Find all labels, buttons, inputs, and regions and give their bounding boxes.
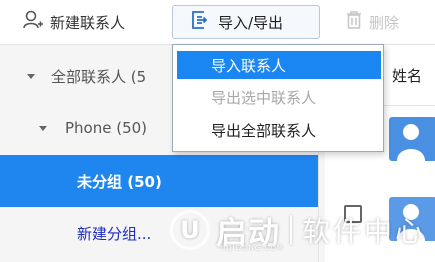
menu-item-label: 导入联系人	[211, 56, 287, 75]
sidebar-item-ungrouped[interactable]: 未分组 (50)	[0, 155, 318, 207]
menu-item-import-contacts[interactable]: 导入联系人	[177, 51, 381, 79]
menu-item-export-all[interactable]: 导出全部联系人	[177, 116, 381, 144]
import-export-button[interactable]: 导入/导出	[172, 5, 320, 39]
delete-button[interactable]: 删除	[345, 5, 399, 39]
import-export-label: 导入/导出	[218, 13, 284, 32]
import-export-menu: 导入联系人 导出选中联系人 导出全部联系人	[172, 44, 384, 152]
menu-item-export-selected: 导出选中联系人	[177, 83, 381, 111]
sidebar-item-label: 全部联系人 (5	[51, 67, 147, 86]
watermark-logo: U	[170, 210, 210, 250]
toolbar: 新建联系人 导入/导出 删除	[0, 0, 435, 45]
new-group-label: 新建分组...	[77, 224, 152, 243]
menu-item-label: 导出全部联系人	[211, 121, 317, 140]
new-contact-label: 新建联系人	[50, 13, 126, 32]
import-export-icon	[190, 9, 210, 35]
trash-icon	[345, 10, 363, 34]
avatar[interactable]	[389, 117, 435, 161]
add-user-icon	[22, 9, 44, 35]
sidebar-item-label: Phone (50)	[65, 119, 148, 137]
triangle-down-icon[interactable]	[27, 73, 35, 79]
sidebar-item-label: 未分组 (50)	[77, 172, 162, 191]
triangle-down-icon[interactable]	[39, 125, 47, 131]
person-silhouette-icon	[397, 124, 425, 161]
menu-item-label: 导出选中联系人	[211, 88, 317, 107]
watermark-url: UQIDONG.COM	[220, 244, 284, 252]
watermark-separator	[290, 215, 292, 245]
delete-label: 删除	[369, 13, 400, 32]
watermark-text: 软件中心	[302, 215, 427, 248]
watermark: U 启动 软件中心 UQIDONG.COM	[170, 202, 426, 258]
column-header-name[interactable]: 姓名	[392, 65, 422, 86]
new-contact-button[interactable]: 新建联系人	[22, 5, 125, 39]
